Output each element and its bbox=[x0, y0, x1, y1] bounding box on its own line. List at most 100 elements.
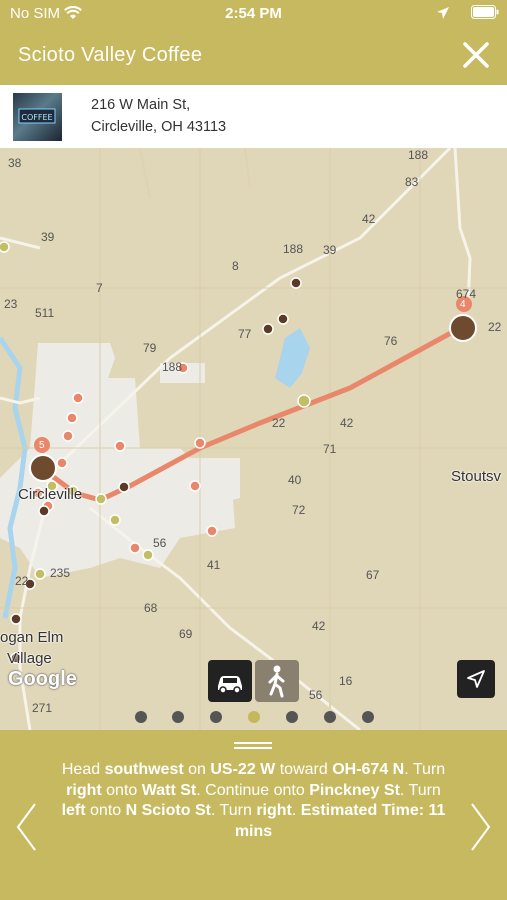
green-dot bbox=[297, 394, 311, 408]
direction-text: . Continue onto bbox=[196, 781, 310, 799]
road-label: 22 bbox=[15, 574, 29, 588]
battery-icon bbox=[471, 5, 499, 19]
road-label: 8 bbox=[232, 259, 239, 273]
direction-text: . Turn bbox=[399, 781, 441, 799]
directions-panel: Head southwest on US-22 W toward OH-674 … bbox=[0, 730, 507, 900]
green-dot bbox=[142, 549, 154, 561]
road-label: 23 bbox=[4, 297, 18, 311]
clock: 2:54 PM bbox=[225, 5, 282, 22]
direction-text: Head bbox=[61, 761, 105, 778]
direction-keyword: Pinckney St bbox=[309, 781, 400, 799]
direction-text: . Turn bbox=[210, 802, 257, 819]
stop-dot bbox=[129, 542, 141, 554]
road-label: 41 bbox=[207, 558, 221, 572]
stop-dot bbox=[72, 392, 84, 404]
road-label: 79 bbox=[143, 341, 157, 355]
direction-keyword: left bbox=[61, 802, 86, 819]
direction-keyword: right bbox=[66, 781, 102, 799]
svg-text:COFFEE: COFFEE bbox=[21, 113, 52, 122]
direction-keyword: US-22 W bbox=[210, 761, 276, 778]
page-dot-2[interactable] bbox=[172, 711, 184, 723]
stop-dot bbox=[114, 440, 126, 452]
stop-dot bbox=[189, 480, 201, 492]
direction-keyword: Watt St bbox=[141, 781, 197, 799]
road-label: 39 bbox=[323, 243, 337, 257]
stop-dot bbox=[56, 457, 68, 469]
next-arrow-icon[interactable] bbox=[470, 802, 492, 852]
driving-mode-button[interactable] bbox=[208, 660, 252, 702]
road-label: 39 bbox=[41, 230, 55, 244]
direction-text: onto bbox=[85, 802, 126, 819]
page-dot-4[interactable] bbox=[248, 711, 260, 723]
directions-text: Head southwest on US-22 W toward OH-674 … bbox=[55, 760, 452, 842]
direction-text: . Turn bbox=[404, 761, 446, 778]
road-label: 674 bbox=[456, 287, 477, 301]
dark-dot bbox=[38, 505, 50, 517]
walk-icon bbox=[268, 665, 285, 698]
address-line-2: Circleville, OH 43113 bbox=[91, 119, 227, 135]
page-dot-6[interactable] bbox=[324, 711, 336, 723]
page-title: Scioto Valley Coffee bbox=[18, 44, 203, 66]
road-label: 56 bbox=[153, 536, 167, 550]
road-label: 40 bbox=[288, 473, 302, 487]
venue-address: 216 W Main St, Circleville, OH 43113 bbox=[91, 94, 226, 138]
navigation-arrow-icon bbox=[467, 670, 485, 688]
road-label: 22 bbox=[488, 320, 502, 334]
marker-5-label: 5 bbox=[39, 440, 45, 451]
drag-handle[interactable] bbox=[234, 742, 272, 744]
dark-dot bbox=[277, 313, 289, 325]
page-indicator bbox=[0, 711, 507, 725]
road-label: 235 bbox=[50, 566, 71, 580]
town-label: ogan Elm bbox=[0, 629, 64, 646]
road-label: 38 bbox=[8, 156, 22, 170]
direction-keyword: N Scioto St bbox=[125, 802, 211, 819]
road-label: 68 bbox=[144, 601, 158, 615]
direction-text: onto bbox=[101, 781, 142, 799]
road-label: 188 bbox=[408, 148, 429, 162]
recenter-button[interactable] bbox=[457, 660, 495, 698]
green-dot bbox=[34, 568, 46, 580]
page-dot-1[interactable] bbox=[135, 711, 147, 723]
header: Scioto Valley Coffee bbox=[0, 27, 507, 85]
map-canvas bbox=[0, 148, 507, 730]
road-label: 188 bbox=[162, 360, 183, 374]
stop-dot bbox=[62, 430, 74, 442]
road-label: 188 bbox=[283, 242, 304, 256]
road-label: 7 bbox=[96, 281, 103, 295]
stop-dot bbox=[194, 437, 206, 449]
direction-text: on bbox=[183, 761, 211, 778]
direction-keyword: right bbox=[256, 802, 292, 819]
road-label: 42 bbox=[362, 212, 376, 226]
road-label: 72 bbox=[292, 503, 306, 517]
venue-thumbnail: COFFEE bbox=[13, 93, 62, 141]
road-label: 56 bbox=[309, 688, 323, 702]
google-attribution: Google bbox=[8, 668, 77, 690]
road-label: 69 bbox=[179, 627, 193, 641]
road-label: 67 bbox=[366, 568, 380, 582]
road-label: 83 bbox=[405, 175, 419, 189]
road-label: 42 bbox=[340, 416, 354, 430]
page-dot-3[interactable] bbox=[210, 711, 222, 723]
town-label: Village bbox=[7, 650, 52, 667]
dark-dot bbox=[118, 481, 130, 493]
road-label: 71 bbox=[323, 442, 337, 456]
stop-dot bbox=[206, 525, 218, 537]
map-view[interactable]: 5 4 38 188 83 42 39 188 39 8 7 23 511 79… bbox=[0, 148, 507, 730]
previous-arrow-icon[interactable] bbox=[15, 802, 37, 852]
page-dot-7[interactable] bbox=[362, 711, 374, 723]
close-icon[interactable] bbox=[461, 40, 491, 70]
walking-mode-button[interactable] bbox=[255, 660, 299, 702]
status-bar: No SIM 2:54 PM bbox=[0, 0, 507, 27]
direction-keyword: OH-674 N bbox=[332, 761, 405, 778]
road-label: 42 bbox=[312, 619, 326, 633]
green-dot bbox=[0, 241, 10, 253]
direction-keyword: southwest bbox=[104, 761, 184, 778]
dark-dot bbox=[262, 323, 274, 335]
road-label: 22 bbox=[272, 416, 286, 430]
drag-handle[interactable] bbox=[234, 747, 272, 749]
road-label: 511 bbox=[35, 306, 55, 320]
green-dot bbox=[95, 493, 107, 505]
town-label: Stoutsv bbox=[451, 468, 502, 485]
page-dot-5[interactable] bbox=[286, 711, 298, 723]
road-label: 16 bbox=[339, 674, 353, 688]
